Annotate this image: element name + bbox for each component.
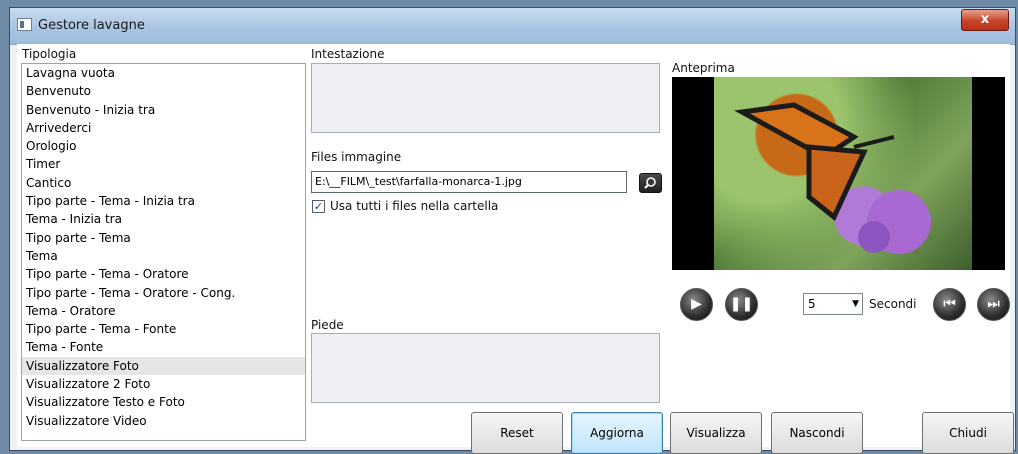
list-item[interactable]: Visualizzatore Testo e Foto xyxy=(22,393,305,411)
butterfly-image xyxy=(734,102,931,254)
list-item[interactable]: Benvenuto - Inizia tra xyxy=(22,101,305,119)
chevron-down-icon: ▼ xyxy=(852,299,859,309)
app-icon xyxy=(17,18,32,31)
previous-button[interactable]: ⏮ xyxy=(933,288,966,321)
tipologia-list[interactable]: Lavagna vuota Benvenuto Benvenuto - Inizia… xyxy=(21,63,306,441)
skip-back-icon: ⏮ xyxy=(943,296,956,312)
title-bar[interactable]: Gestore lavagne x xyxy=(10,8,1015,45)
client-area: Tipologia Lavagna vuota Benvenuto Benvenut… xyxy=(17,44,1014,454)
list-item[interactable]: Tipo parte - Tema - Fonte xyxy=(22,320,305,338)
close-window-button[interactable]: x xyxy=(961,9,1009,31)
seconds-label: Secondi xyxy=(869,297,917,311)
hide-button[interactable]: Nascondi xyxy=(771,412,863,454)
list-item[interactable]: Tema - Oratore xyxy=(22,302,305,320)
list-item[interactable]: Tema - Inizia tra xyxy=(22,210,305,228)
list-item[interactable]: Tema xyxy=(22,247,305,265)
list-item[interactable]: Tipo parte - Tema xyxy=(22,229,305,247)
list-item[interactable]: Visualizzatore 2 Foto xyxy=(22,375,305,393)
close-button[interactable]: Chiudi xyxy=(922,412,1014,454)
intestazione-textbox[interactable] xyxy=(311,63,660,133)
piede-label: Piede xyxy=(311,318,344,332)
list-item[interactable]: Cantico xyxy=(22,174,305,192)
window: Gestore lavagne x Tipologia Lavagna vuot… xyxy=(9,7,1016,454)
next-button[interactable]: ⏭ xyxy=(977,288,1010,321)
list-item[interactable]: Timer xyxy=(22,155,305,173)
list-item[interactable]: Visualizzatore Foto xyxy=(22,356,305,376)
update-button[interactable]: Aggiorna xyxy=(571,412,663,454)
intestazione-label: Intestazione xyxy=(311,47,385,61)
file-path-input[interactable]: E:\__FILM\_test\farfalla-monarca-1.jpg xyxy=(311,171,627,193)
list-item[interactable]: Tipo parte - Tema - Oratore xyxy=(22,265,305,283)
list-item[interactable]: Arrivederci xyxy=(22,119,305,137)
browse-button[interactable] xyxy=(639,173,662,193)
piede-textbox[interactable] xyxy=(311,333,660,403)
search-icon xyxy=(644,177,656,189)
show-button[interactable]: Visualizza xyxy=(670,412,762,454)
preview-pane xyxy=(672,77,1005,270)
use-all-checkbox[interactable]: ✓ xyxy=(312,200,325,213)
list-item[interactable]: Benvenuto xyxy=(22,82,305,100)
list-item[interactable]: Tipo parte - Tema - Oratore - Cong. xyxy=(22,284,305,302)
seconds-select[interactable]: 5 ▼ xyxy=(803,293,863,315)
pause-button[interactable]: ❚❚ xyxy=(725,288,758,321)
list-item[interactable]: Tema - Fonte xyxy=(22,338,305,356)
use-all-label: Usa tutti i files nella cartella xyxy=(330,199,499,213)
tipologia-label: Tipologia xyxy=(22,47,77,61)
window-title: Gestore lavagne xyxy=(38,18,145,33)
files-label: Files immagine xyxy=(311,150,402,164)
play-icon: ▶ xyxy=(691,296,702,312)
seconds-value: 5 xyxy=(808,297,816,311)
list-item[interactable]: Visualizzatore Video xyxy=(22,412,305,430)
preview-photo xyxy=(714,77,972,270)
play-button[interactable]: ▶ xyxy=(680,288,713,321)
pause-icon: ❚❚ xyxy=(729,296,754,312)
list-item[interactable]: Tipo parte - Tema - Inizia tra xyxy=(22,192,305,210)
list-item[interactable]: Lavagna vuota xyxy=(22,64,305,82)
reset-button[interactable]: Reset xyxy=(471,412,563,454)
anteprima-label: Anteprima xyxy=(672,61,735,75)
list-item[interactable]: Orologio xyxy=(22,137,305,155)
skip-forward-icon: ⏭ xyxy=(987,296,1000,312)
